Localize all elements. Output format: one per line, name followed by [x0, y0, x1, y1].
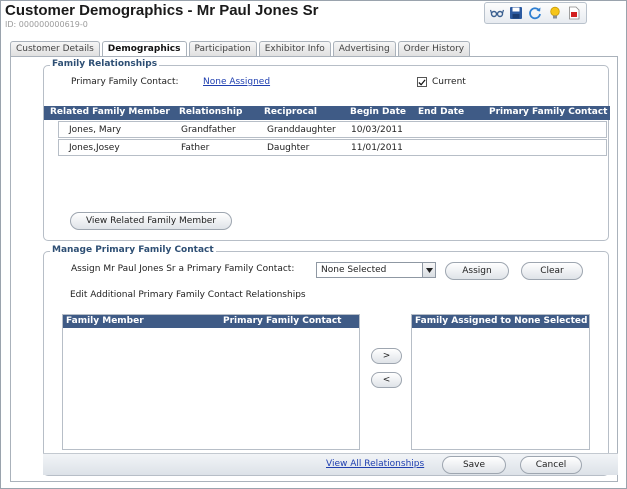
page-title: Customer Demographics - Mr Paul Jones Sr	[5, 2, 319, 19]
cancel-button[interactable]: Cancel	[520, 456, 582, 474]
row-begin-date: 10/03/2011	[351, 125, 403, 135]
manage-primary-legend: Manage Primary Family Contact	[50, 245, 216, 255]
view-related-family-member-button[interactable]: View Related Family Member	[70, 212, 232, 230]
row-relationship: Father	[181, 143, 210, 153]
row-begin-date: 11/01/2011	[351, 143, 403, 153]
table-row[interactable]: Jones,Josey Father Daughter 11/01/2011	[58, 139, 607, 156]
col-primary-family-contact-2[interactable]: Primary Family Contact	[223, 316, 341, 326]
family-member-list[interactable]: Family Member Primary Family Contact	[62, 314, 360, 450]
view-all-relationships-link[interactable]: View All Relationships	[326, 459, 424, 469]
current-label: Current	[432, 77, 466, 87]
tab-advertising[interactable]: Advertising	[332, 41, 396, 56]
current-checkbox-group: Current	[417, 77, 466, 87]
col-family-assigned[interactable]: Family Assigned to None Selected	[415, 316, 587, 326]
row-member: Jones,Josey	[69, 143, 120, 153]
footer-bar: View All Relationships Save Cancel	[43, 453, 618, 475]
tab-participation[interactable]: Participation	[188, 41, 257, 56]
family-member-list-header: Family Member Primary Family Contact	[63, 315, 359, 328]
manage-primary-contact-section: Manage Primary Family Contact Assign Mr …	[43, 245, 609, 476]
window-frame: Customer Demographics - Mr Paul Jones Sr…	[0, 0, 627, 489]
family-relationships-section: Family Relationships Primary Family Cont…	[43, 59, 610, 241]
tab-demographics[interactable]: Demographics	[101, 41, 187, 56]
assign-label: Assign Mr Paul Jones Sr a Primary Family…	[71, 264, 295, 274]
tab-content: Family Relationships Primary Family Cont…	[10, 56, 618, 482]
move-left-button[interactable]: <	[371, 372, 402, 388]
toolbar	[484, 2, 587, 24]
col-family-member[interactable]: Family Member	[66, 316, 144, 326]
col-begin-date[interactable]: Begin Date	[350, 107, 406, 117]
save-icon[interactable]	[509, 6, 523, 20]
row-member: Jones, Mary	[69, 125, 122, 135]
tab-bar: Customer Details Demographics Participat…	[10, 41, 471, 56]
primary-contact-label: Primary Family Contact:	[71, 77, 179, 87]
customer-id: ID: 000000000619-0	[5, 20, 88, 29]
clear-button[interactable]: Clear	[521, 262, 583, 280]
checkmark-icon	[418, 78, 426, 86]
family-assigned-list-header: Family Assigned to None Selected	[412, 315, 589, 328]
col-end-date[interactable]: End Date	[418, 107, 464, 117]
chevron-down-icon[interactable]	[422, 263, 435, 277]
tab-customer-details[interactable]: Customer Details	[10, 41, 100, 56]
family-assigned-list[interactable]: Family Assigned to None Selected	[411, 314, 590, 450]
primary-contact-link[interactable]: None Assigned	[203, 77, 270, 87]
save-button[interactable]: Save	[442, 456, 506, 474]
tab-exhibitor-info[interactable]: Exhibitor Info	[258, 41, 331, 56]
primary-contact-select[interactable]: None Selected	[316, 262, 436, 278]
lightbulb-icon[interactable]	[548, 6, 562, 20]
col-relationship[interactable]: Relationship	[179, 107, 242, 117]
move-right-button[interactable]: >	[371, 348, 402, 364]
col-primary-family-contact[interactable]: Primary Family Contact	[489, 107, 607, 117]
row-relationship: Grandfather	[181, 125, 236, 135]
pdf-icon[interactable]	[567, 6, 581, 20]
col-related-family-member[interactable]: Related Family Member	[50, 107, 170, 117]
row-reciprocal: Granddaughter	[267, 125, 336, 135]
edit-additional-label: Edit Additional Primary Family Contact R…	[70, 290, 306, 300]
table-row[interactable]: Jones, Mary Grandfather Granddaughter 10…	[58, 121, 607, 138]
primary-contact-select-value: None Selected	[321, 265, 387, 275]
assign-button[interactable]: Assign	[445, 262, 509, 280]
glasses-icon[interactable]	[490, 6, 505, 20]
tab-order-history[interactable]: Order History	[397, 41, 471, 56]
col-reciprocal[interactable]: Reciprocal	[264, 107, 317, 117]
relationships-grid-header: Related Family Member Relationship Recip…	[44, 106, 610, 120]
current-checkbox[interactable]	[417, 77, 427, 87]
row-reciprocal: Daughter	[267, 143, 310, 153]
family-relationships-legend: Family Relationships	[50, 59, 160, 69]
refresh-icon[interactable]	[528, 6, 542, 20]
